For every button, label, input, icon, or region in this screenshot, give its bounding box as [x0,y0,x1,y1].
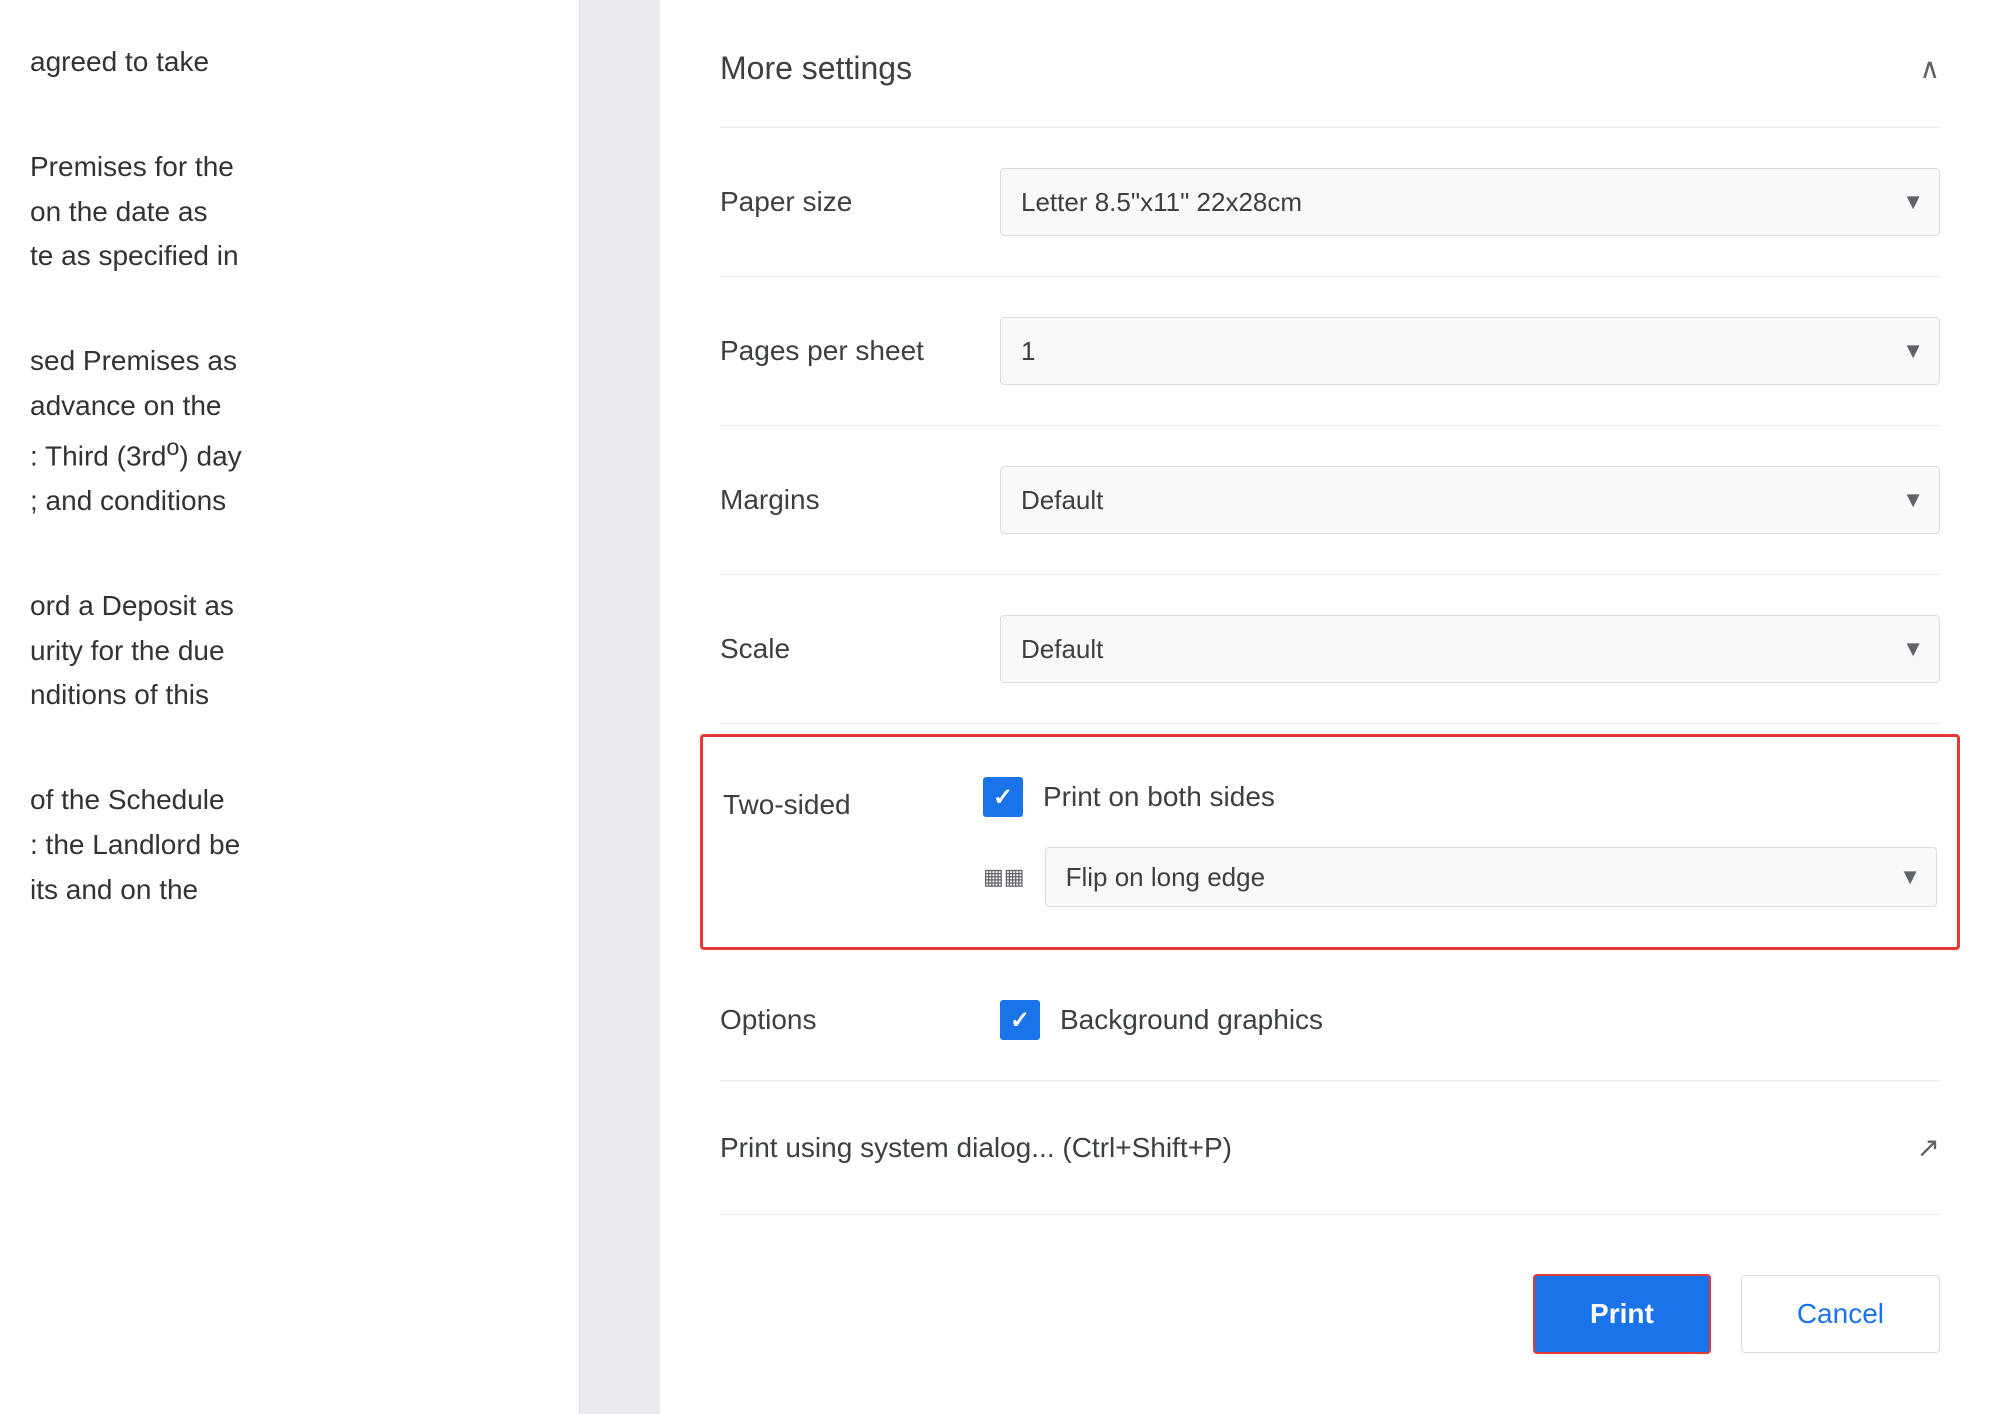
flip-select-wrapper: Flip on long edge Flip on short edge ▼ [1045,847,1937,907]
print-both-sides-checkbox[interactable] [983,777,1023,817]
paper-size-select-wrapper: Letter 8.5"x11" 22x28cm A4 Legal ▼ [1000,168,1940,236]
options-controls: Background graphics [1000,1000,1940,1040]
paper-size-control: Letter 8.5"x11" 22x28cm A4 Legal ▼ [1000,168,1940,236]
margins-label: Margins [720,484,1000,516]
print-button[interactable]: Print [1533,1274,1711,1354]
document-text: agreed to take Premises for theon the da… [0,0,579,1012]
flip-pages-icon: ▦▦ [983,864,1025,890]
paper-size-label: Paper size [720,186,1000,218]
scale-select[interactable]: Default Custom Fit to page width [1000,615,1940,683]
flip-icon: ▦▦ [983,864,1025,890]
pages-per-sheet-select-wrapper: 1 2 4 ▼ [1000,317,1940,385]
system-dialog-row[interactable]: Print using system dialog... (Ctrl+Shift… [720,1081,1940,1215]
print-settings-panel: More settings ∧ Paper size Letter 8.5"x1… [660,0,2000,1414]
scale-select-wrapper: Default Custom Fit to page width ▼ [1000,615,1940,683]
options-label: Options [720,1004,1000,1036]
footer-buttons: Print Cancel [720,1224,1940,1414]
pages-per-sheet-label: Pages per sheet [720,335,1000,367]
pages-per-sheet-row: Pages per sheet 1 2 4 ▼ [720,277,1940,426]
scale-label: Scale [720,633,1000,665]
flip-edge-select[interactable]: Flip on long edge Flip on short edge [1045,847,1937,907]
system-dialog-text: Print using system dialog... (Ctrl+Shift… [720,1132,1232,1164]
margins-row: Margins Default None Minimum Custom ▼ [720,426,1940,575]
scale-control: Default Custom Fit to page width ▼ [1000,615,1940,683]
more-settings-title: More settings [720,50,912,87]
doc-paragraph-1: agreed to take [30,40,549,85]
flip-edge-row: ▦▦ Flip on long edge Flip on short edge … [983,847,1937,907]
print-both-sides-label: Print on both sides [1043,781,1275,813]
margins-select-wrapper: Default None Minimum Custom ▼ [1000,466,1940,534]
external-link-icon: ↗︎ [1917,1131,1940,1164]
chevron-up-icon[interactable]: ∧ [1920,52,1941,85]
doc-paragraph-4: ord a Deposit asurity for the duendition… [30,584,549,718]
more-settings-header: More settings ∧ [720,0,1940,128]
pages-per-sheet-select[interactable]: 1 2 4 [1000,317,1940,385]
pages-per-sheet-control: 1 2 4 ▼ [1000,317,1940,385]
options-row: Options Background graphics [720,960,1940,1081]
scale-row: Scale Default Custom Fit to page width ▼ [720,575,1940,724]
settings-body: Paper size Letter 8.5"x11" 22x28cm A4 Le… [720,128,1940,1224]
paper-size-row: Paper size Letter 8.5"x11" 22x28cm A4 Le… [720,128,1940,277]
doc-paragraph-5: of the Schedule: the Landlord beits and … [30,778,549,912]
paper-size-select[interactable]: Letter 8.5"x11" 22x28cm A4 Legal [1000,168,1940,236]
two-sided-label: Two-sided [723,777,983,821]
cancel-button[interactable]: Cancel [1741,1275,1940,1353]
two-sided-controls: Print on both sides ▦▦ Flip on long edge… [983,777,1937,907]
background-graphics-checkbox[interactable] [1000,1000,1040,1040]
margins-select[interactable]: Default None Minimum Custom [1000,466,1940,534]
print-both-sides-row: Print on both sides [983,777,1937,817]
margins-control: Default None Minimum Custom ▼ [1000,466,1940,534]
panel-separator [580,0,660,1414]
background-graphics-label: Background graphics [1060,1004,1323,1036]
document-preview: agreed to take Premises for theon the da… [0,0,580,1414]
two-sided-row: Two-sided Print on both sides ▦▦ Flip on… [700,734,1960,950]
doc-paragraph-2: Premises for theon the date aste as spec… [30,145,549,279]
doc-paragraph-3: sed Premises asadvance on the: Third (3r… [30,339,549,524]
